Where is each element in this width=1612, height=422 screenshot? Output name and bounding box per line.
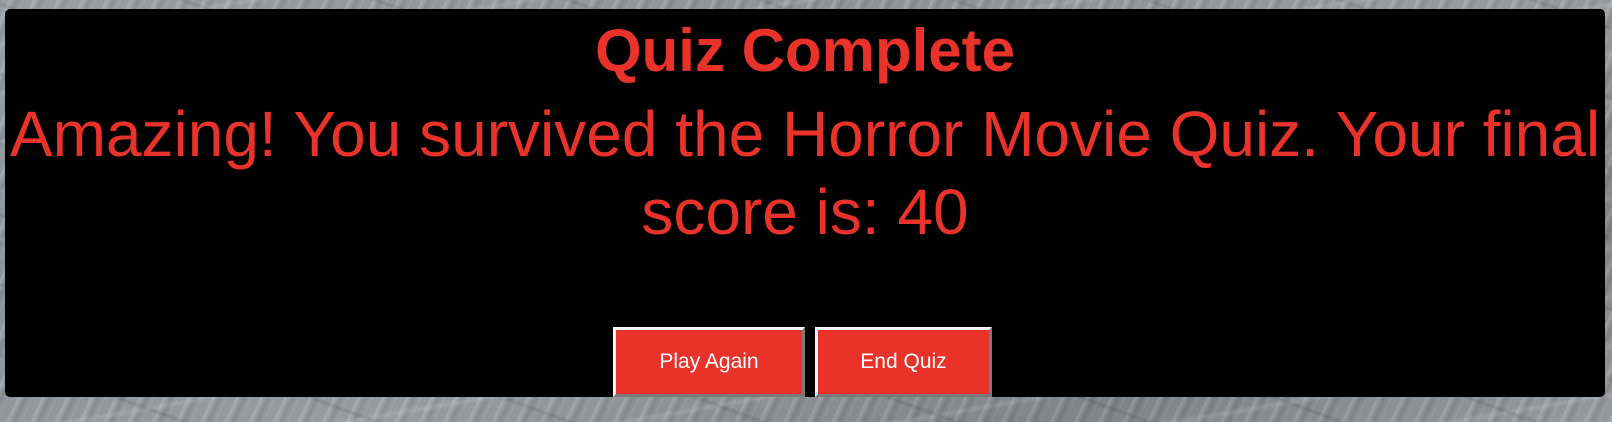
quiz-result-panel: Quiz Complete Amazing! You survived the …: [5, 9, 1605, 397]
play-again-button[interactable]: Play Again: [613, 327, 805, 397]
end-quiz-button[interactable]: End Quiz: [815, 327, 992, 397]
final-score-message: Amazing! You survived the Horror Movie Q…: [9, 98, 1601, 248]
quiz-complete-heading: Quiz Complete: [594, 17, 1016, 84]
